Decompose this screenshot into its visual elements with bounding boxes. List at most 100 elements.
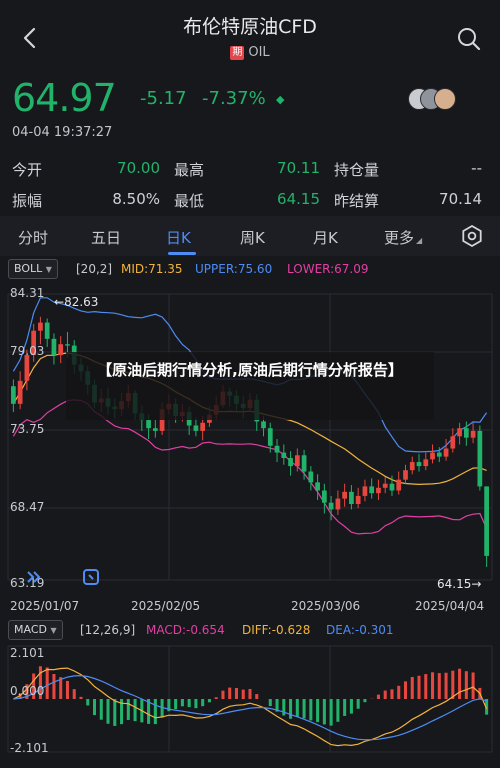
- boll-params: [20,2]: [76, 262, 113, 276]
- price-axis-label: 79.03: [10, 344, 45, 358]
- stat-value-open: 70.00: [117, 159, 160, 177]
- candle: [477, 430, 483, 487]
- candle: [288, 457, 293, 467]
- price-axis-label: 68.47: [10, 500, 45, 514]
- candle: [152, 428, 158, 431]
- boll-indicator-select[interactable]: BOLL ▼: [8, 259, 58, 279]
- return-icon: [83, 569, 99, 585]
- candle: [38, 322, 43, 331]
- active-tab-indicator: [168, 252, 196, 255]
- tab-daily[interactable]: 日K: [166, 227, 191, 248]
- candle: [261, 421, 266, 429]
- candle: [281, 452, 287, 458]
- candle: [17, 380, 23, 404]
- date-axis-label: 2025/03/06: [291, 599, 361, 613]
- candle: [274, 445, 280, 453]
- tab-five-day[interactable]: 五日: [91, 227, 121, 248]
- candle: [328, 502, 334, 510]
- candle: [322, 490, 327, 503]
- tab-intraday[interactable]: 分时: [18, 227, 48, 248]
- candle: [200, 422, 206, 431]
- candle: [484, 486, 489, 556]
- search-icon: [458, 28, 481, 51]
- price-low-value: 64.15: [437, 577, 472, 591]
- macd-axis-label: 0.000: [10, 684, 45, 698]
- candle: [450, 436, 456, 449]
- search-button[interactable]: [452, 22, 486, 56]
- candle: [315, 482, 320, 491]
- period-tabs: 分时 五日 日K 周K 月K 更多 ◢: [0, 216, 500, 256]
- tab-more[interactable]: 更多 ◢: [384, 227, 422, 248]
- boll-lower: LOWER:67.09: [287, 262, 369, 276]
- candle: [58, 344, 64, 356]
- price-axis-label: 84.31: [10, 286, 45, 300]
- candle: [423, 459, 429, 467]
- price-chart[interactable]: [0, 280, 500, 596]
- candle: [44, 322, 50, 339]
- article-title-overlay: 【原油后期行情分析,原油后期行情分析报告】: [66, 352, 434, 420]
- candle: [342, 491, 348, 499]
- stat-value-amplitude: 8.50%: [112, 190, 160, 208]
- last-price: 64.97: [12, 76, 117, 120]
- price-low-marker: 64.15→: [437, 577, 482, 591]
- date-axis-label: 2025/04/04: [415, 599, 485, 613]
- macd-dea-line: [13, 674, 487, 741]
- date-axis-label: 2025/01/07: [10, 599, 80, 613]
- expand-left-button[interactable]: [22, 566, 46, 588]
- price-high-marker: ←82.63: [54, 295, 99, 309]
- candle: [362, 486, 368, 496]
- stat-label-low: 最低: [174, 192, 205, 210]
- candle: [65, 344, 70, 346]
- macd-indicator-select[interactable]: MACD ▼: [8, 620, 63, 640]
- macd-axis-label: -2.101: [10, 741, 49, 755]
- reset-view-button[interactable]: [80, 566, 102, 588]
- quote-timestamp: 04-04 19:37:27: [12, 125, 113, 140]
- candle: [193, 425, 199, 431]
- caret-down-icon: ▼: [45, 265, 52, 274]
- candle: [443, 448, 449, 457]
- macd-diff: DIFF:-0.628: [242, 623, 311, 637]
- candle: [301, 455, 307, 472]
- candle: [409, 462, 415, 471]
- tab-weekly[interactable]: 周K: [240, 227, 265, 248]
- candle: [146, 420, 151, 429]
- candle: [463, 428, 469, 438]
- page-title: 布伦特原油CFD: [183, 16, 317, 38]
- candle: [349, 491, 354, 505]
- boll-upper: UPPER:75.60: [195, 262, 273, 276]
- candle: [294, 455, 300, 467]
- candle: [382, 483, 388, 488]
- stat-label-open: 今开: [12, 161, 43, 179]
- candle: [396, 479, 402, 491]
- chart-settings-button[interactable]: [460, 224, 484, 252]
- candle: [267, 428, 273, 446]
- stat-label-open-interest: 持仓量: [334, 161, 380, 179]
- macd-diff-line: [13, 667, 488, 747]
- stat-value-high: 70.11: [277, 159, 320, 177]
- candle: [335, 498, 341, 510]
- tab-monthly[interactable]: 月K: [313, 227, 338, 248]
- double-chevron-icon: [27, 571, 41, 583]
- price-change: -5.17: [140, 88, 187, 109]
- tab-more-label: 更多: [384, 229, 415, 247]
- caret-down-icon: ▼: [50, 626, 57, 635]
- watcher-avatars[interactable]: [408, 88, 460, 110]
- candle: [470, 430, 476, 438]
- instrument-code-text: OIL: [248, 45, 270, 60]
- candle: [430, 452, 435, 460]
- candle: [355, 495, 361, 505]
- candle: [369, 486, 375, 494]
- macd-axis-label: 2.101: [10, 646, 45, 660]
- avatar: [434, 88, 456, 110]
- macd-chart[interactable]: [0, 640, 500, 768]
- macd-dea: DEA:-0.301: [326, 623, 394, 637]
- futures-badge: 期: [230, 46, 245, 60]
- candle: [436, 452, 442, 457]
- macd-value: MACD:-0.654: [146, 623, 225, 637]
- candle: [24, 355, 30, 381]
- price-high-value: 82.63: [64, 295, 99, 309]
- candle: [389, 483, 395, 491]
- stat-label-high: 最高: [174, 161, 205, 179]
- stat-label-amplitude: 振幅: [12, 192, 43, 210]
- stat-value-low: 64.15: [277, 190, 320, 208]
